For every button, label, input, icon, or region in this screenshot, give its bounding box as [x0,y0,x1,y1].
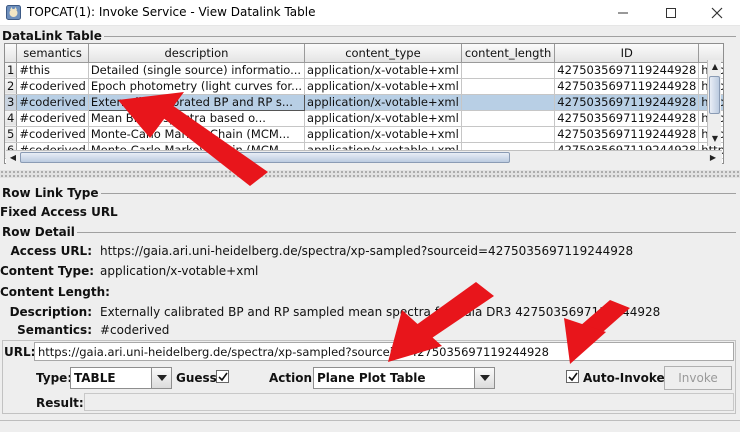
red-arrow-table-icon [118,92,268,186]
red-arrow-auto-invoke-icon [564,300,630,364]
arrow-shaft [162,105,268,186]
red-arrow-action-icon [388,282,494,362]
annotation-arrows [118,92,630,364]
